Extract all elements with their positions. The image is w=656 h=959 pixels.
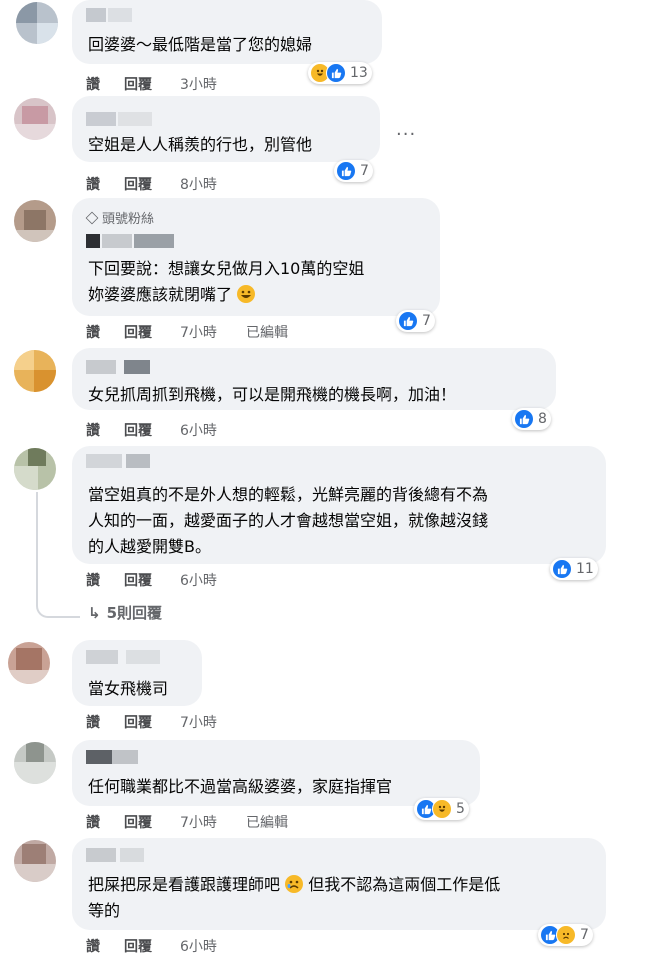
comment-text: 空姐是人人稱羨的行也，別管他 (88, 135, 313, 154)
author-name[interactable] (86, 8, 146, 22)
like-button[interactable]: 讚 (86, 420, 100, 440)
reaction-count: 7 (580, 927, 589, 943)
comment-bubble: 當女飛機司 (72, 640, 202, 706)
reaction-summary[interactable]: 11 (550, 558, 598, 580)
like-button[interactable]: 讚 (86, 74, 100, 94)
edited-label: 已編輯 (246, 325, 288, 341)
avatar[interactable] (14, 350, 56, 392)
like-button[interactable]: 讚 (86, 812, 100, 832)
reaction-count: 13 (350, 65, 368, 81)
comment-text: 當空姐真的不是外人想的輕鬆，光鮮亮麗的背後總有不為 (88, 485, 489, 504)
reaction-summary[interactable]: 8 (512, 408, 551, 430)
comment-text: 任何職業都比不過當高級婆婆，家庭指揮官 (88, 777, 393, 796)
reaction-count: 11 (576, 561, 594, 577)
like-button[interactable]: 讚 (86, 936, 100, 956)
comment-bubble: 女兒抓周抓到飛機，可以是開飛機的機長啊，加油！ (72, 348, 556, 410)
like-icon (398, 311, 418, 331)
avatar[interactable] (8, 642, 50, 684)
reply-button[interactable]: 回覆 (124, 936, 152, 956)
like-icon (514, 409, 534, 429)
timestamp[interactable]: 7小時 (180, 712, 217, 732)
reaction-summary[interactable]: 7 (396, 310, 435, 332)
reaction-summary[interactable]: 7 (334, 160, 373, 182)
avatar[interactable] (14, 840, 56, 882)
reaction-count: 8 (538, 411, 547, 427)
author-name[interactable] (86, 848, 166, 862)
timestamp[interactable]: 7小時 (180, 322, 217, 342)
like-icon (326, 63, 346, 83)
comment-text: 當女飛機司 (88, 679, 169, 698)
reaction-summary[interactable]: 13 (308, 62, 372, 84)
comment-text: 下回要說：想讓女兒做月入10萬的空姐 (88, 259, 365, 278)
like-icon (336, 161, 356, 181)
like-icon (552, 559, 572, 579)
comment-text: 的人越愛開雙B。 (88, 537, 211, 556)
comment-text: 女兒抓周抓到飛機，可以是開飛機的機長啊，加油！ (88, 385, 457, 404)
reply-button[interactable]: 回覆 (124, 570, 152, 590)
avatar[interactable] (14, 448, 56, 490)
reply-button[interactable]: 回覆 (124, 322, 152, 342)
timestamp[interactable]: 3小時 (180, 74, 217, 94)
comment-bubble: 任何職業都比不過當高級婆婆，家庭指揮官 (72, 740, 480, 806)
comment-text: 人知的一面，越愛面子的人才會越想當空姐，就像越沒錢 (88, 511, 489, 530)
author-name[interactable] (86, 650, 176, 664)
like-button[interactable]: 讚 (86, 712, 100, 732)
reaction-summary[interactable]: 7 (538, 924, 593, 946)
reaction-count: 7 (360, 163, 369, 179)
timestamp[interactable]: 6小時 (180, 936, 217, 956)
crying-emoji-icon (285, 875, 304, 893)
edited-label: 已編輯 (246, 815, 288, 831)
like-button[interactable]: 讚 (86, 570, 100, 590)
timestamp[interactable]: 6小時 (180, 420, 217, 440)
timestamp[interactable]: 8小時 (180, 174, 217, 194)
comment-bubble: 頭號粉絲 下回要說：想讓女兒做月入10萬的空姐 妳婆婆應該就閉嘴了 (72, 198, 440, 316)
reply-button[interactable]: 回覆 (124, 420, 152, 440)
diamond-icon (85, 211, 99, 225)
rofl-emoji-icon (237, 285, 256, 303)
reaction-summary[interactable]: 5 (414, 798, 469, 820)
comment-text: 把屎把尿是看護跟護理師吧 但我不認為這兩個工作是低 (88, 875, 501, 894)
comment-bubble: 把屎把尿是看護跟護理師吧 但我不認為這兩個工作是低 等的 (72, 838, 606, 930)
author-name[interactable] (86, 454, 186, 468)
timestamp[interactable]: 7小時 (180, 812, 217, 832)
comment-text: 回婆婆～最低階是當了您的媳婦 (88, 35, 313, 54)
reply-button[interactable]: 回覆 (124, 712, 152, 732)
sad-icon (556, 925, 576, 945)
like-button[interactable]: 讚 (86, 322, 100, 342)
comment-bubble: 空姐是人人稱羨的行也，別管他 (72, 96, 380, 162)
haha-icon (432, 799, 452, 819)
more-options-button[interactable]: ··· (396, 124, 416, 145)
comment-text: 妳婆婆應該就閉嘴了 (88, 282, 256, 307)
timestamp[interactable]: 6小時 (180, 570, 217, 590)
author-name[interactable] (86, 750, 146, 764)
view-replies-button[interactable]: ↳ 5則回覆 (88, 602, 162, 623)
reaction-count: 7 (422, 313, 431, 329)
reaction-count: 5 (456, 801, 465, 817)
like-button[interactable]: 讚 (86, 174, 100, 194)
comment-bubble: 回婆婆～最低階是當了您的媳婦 (72, 0, 382, 64)
author-name[interactable] (86, 112, 166, 126)
author-name[interactable] (86, 360, 186, 374)
comment-text: 等的 (88, 901, 121, 920)
avatar[interactable] (14, 98, 56, 140)
reply-button[interactable]: 回覆 (124, 812, 152, 832)
top-fan-badge[interactable]: 頭號粉絲 (85, 208, 154, 227)
author-name[interactable] (86, 234, 176, 248)
reply-arrow-icon: ↳ (88, 604, 101, 622)
avatar[interactable] (16, 2, 58, 44)
comment-bubble: 當空姐真的不是外人想的輕鬆，光鮮亮麗的背後總有不為 人知的一面，越愛面子的人才會… (72, 446, 606, 564)
reply-button[interactable]: 回覆 (124, 74, 152, 94)
avatar[interactable] (14, 200, 56, 242)
avatar[interactable] (14, 742, 56, 784)
reply-button[interactable]: 回覆 (124, 174, 152, 194)
